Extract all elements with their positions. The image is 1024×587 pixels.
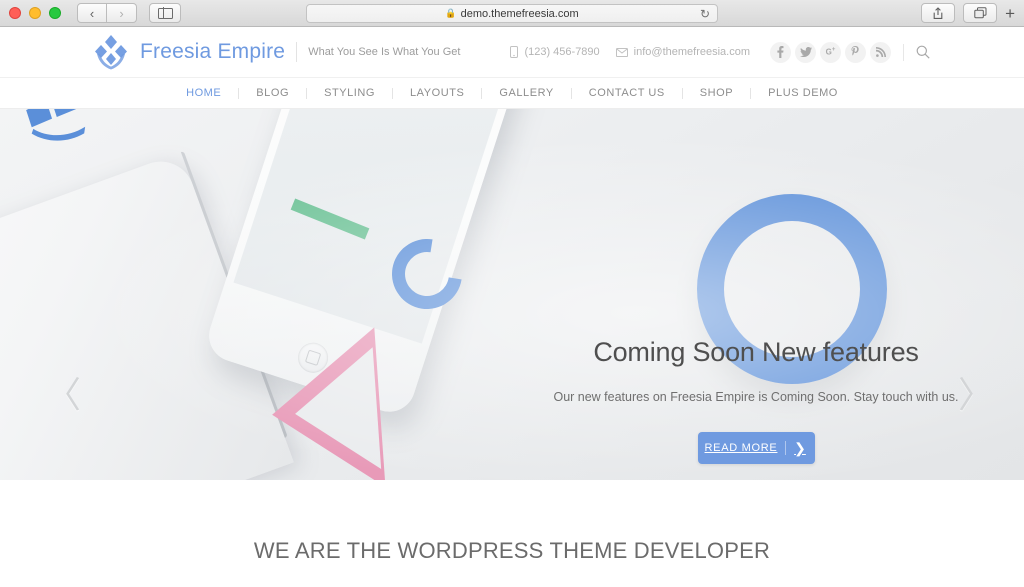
brand[interactable]: Freesia Empire What You See Is What You … [94, 34, 460, 70]
show-tabs-button[interactable] [963, 3, 998, 23]
lock-icon: 🔒 [445, 8, 457, 18]
close-window-button[interactable] [9, 7, 21, 19]
twitter-icon[interactable] [795, 41, 816, 63]
social-links: G+ [770, 41, 891, 63]
header-contact-and-social: (123) 456-7890 info@themefreesia.com G+ [510, 41, 930, 63]
share-button[interactable] [921, 3, 956, 23]
search-icon[interactable] [916, 45, 930, 59]
hero-subtitle: Our new features on Freesia Empire is Co… [553, 390, 959, 404]
reload-icon[interactable]: ↻ [700, 8, 710, 20]
site-header: Freesia Empire What You See Is What You … [0, 27, 1024, 78]
nav-item-styling[interactable]: STYLING [307, 87, 392, 99]
browser-toolbar: ‹ › 🔒 demo.themefreesia.com ↻ + [0, 0, 1024, 27]
pinterest-icon[interactable] [845, 41, 866, 63]
slider-next-arrow[interactable]: 〉 [958, 377, 994, 413]
new-tab-button[interactable]: + [1005, 5, 1015, 22]
freesia-logo-icon [94, 34, 128, 70]
window-controls [9, 7, 61, 19]
header-divider [903, 43, 904, 61]
nav-item-home[interactable]: HOME [169, 87, 238, 99]
slider-prev-arrow[interactable]: 〈 [45, 377, 81, 413]
tabs-icon [973, 7, 987, 19]
back-button[interactable]: ‹ [77, 3, 107, 23]
sidebar-icon [157, 7, 173, 19]
phone-number: (123) 456-7890 [524, 46, 600, 58]
hero-caption: Coming Soon New features Our new feature… [540, 337, 972, 464]
url-text: demo.themefreesia.com [460, 7, 579, 20]
section-heading: WE ARE THE WORDPRESS THEME DEVELOPER [253, 538, 771, 563]
site-tagline: What You See Is What You Get [308, 46, 461, 58]
address-bar[interactable]: 🔒 demo.themefreesia.com ↻ [306, 4, 718, 23]
hero-slider: Coming Soon New features Our new feature… [0, 109, 1024, 480]
read-more-button[interactable]: READ MORE ❯ [697, 432, 815, 464]
maximize-window-button[interactable] [49, 7, 61, 19]
nav-item-shop[interactable]: SHOP [683, 87, 750, 99]
nav-item-gallery[interactable]: GALLERY [482, 87, 570, 99]
intro-section: WE ARE THE WORDPRESS THEME DEVELOPER [0, 480, 1024, 587]
mobile-phone-icon [510, 46, 519, 58]
google-plus-icon[interactable]: G+ [820, 41, 841, 63]
forward-button[interactable]: › [107, 3, 137, 23]
main-navigation: HOME BLOG STYLING LAYOUTS GALLERY CONTAC… [0, 78, 1024, 109]
phone-contact[interactable]: (123) 456-7890 [510, 46, 600, 58]
share-icon [933, 6, 943, 19]
nav-item-blog[interactable]: BLOG [239, 87, 306, 99]
hero-title: Coming Soon New features [593, 337, 919, 367]
read-more-label: READ MORE [704, 442, 778, 454]
envelope-icon [615, 47, 628, 57]
email-address: info@themefreesia.com [633, 46, 750, 58]
facebook-icon[interactable] [770, 41, 791, 63]
site-title: Freesia Empire [140, 40, 286, 63]
sidebar-toggle-button[interactable] [149, 3, 181, 23]
chevron-right-icon: ❯ [784, 441, 815, 455]
email-contact[interactable]: info@themefreesia.com [615, 46, 750, 58]
rss-icon[interactable] [870, 41, 891, 63]
browser-navigation-buttons: ‹ › [77, 3, 137, 23]
nav-item-plus-demo[interactable]: PLUS DEMO [751, 87, 855, 99]
minimize-window-button[interactable] [29, 7, 41, 19]
nav-item-layouts[interactable]: LAYOUTS [393, 87, 481, 99]
nav-item-contact-us[interactable]: CONTACT US [572, 87, 682, 99]
tagline-divider [296, 42, 298, 62]
browser-right-actions: + [921, 3, 1024, 23]
